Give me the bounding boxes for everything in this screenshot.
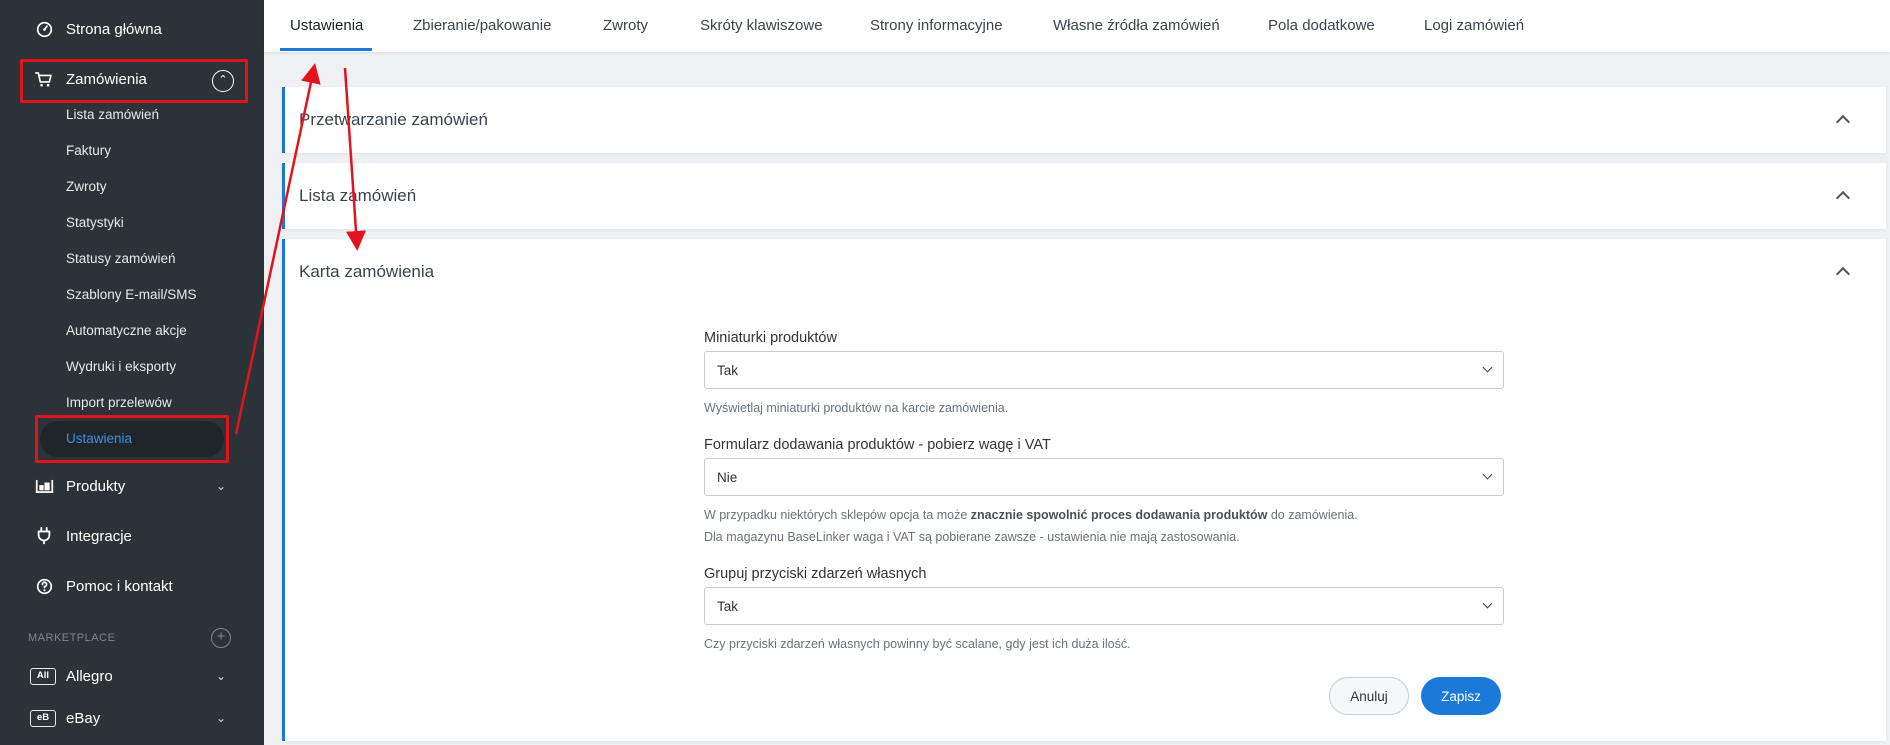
nav-allegro[interactable]: All Allegro ⌄	[0, 656, 264, 696]
sidebar-item-invoices[interactable]: Faktury	[66, 143, 111, 158]
sidebar-item-automatic-actions[interactable]: Automatyczne akcje	[66, 323, 187, 338]
thumbnails-select[interactable]: Tak	[704, 351, 1504, 389]
save-button[interactable]: Zapisz	[1421, 677, 1501, 715]
nav-integrations[interactable]: Integracje	[0, 516, 264, 556]
chevron-up-icon[interactable]	[1835, 114, 1851, 130]
tab-keyboard-shortcuts[interactable]: Skróty klawiszowe	[700, 17, 823, 34]
tab-picking-packing[interactable]: Zbieranie/pakowanie	[413, 17, 551, 34]
chevron-up-icon[interactable]	[1835, 266, 1851, 282]
panel-title: Lista zamówień	[299, 186, 417, 205]
sidebar-item-returns[interactable]: Zwroty	[66, 179, 107, 194]
nav-allegro-label: Allegro	[66, 667, 113, 685]
chevron-down-icon: ⌄	[216, 669, 227, 683]
cart-icon	[34, 69, 54, 89]
thumbnails-label: Miniaturki produktów	[704, 330, 837, 346]
sidebar-item-settings[interactable]: Ustawienia	[66, 431, 132, 446]
cancel-button[interactable]: Anuluj	[1329, 677, 1409, 715]
chevron-down-icon	[1482, 469, 1493, 480]
sidebar-item-statistics[interactable]: Statystyki	[66, 215, 124, 230]
nav-products-label: Produkty	[66, 477, 126, 495]
tab-extra-fields[interactable]: Pola dodatkowe	[1268, 17, 1375, 34]
sidebar-item-prints-exports[interactable]: Wydruki i eksporty	[66, 359, 176, 374]
group-buttons-label: Grupuj przyciski zdarzeń własnych	[704, 566, 927, 582]
active-tab-indicator	[280, 48, 372, 51]
warehouse-icon	[34, 476, 54, 496]
group-buttons-help: Czy przyciski zdarzeń własnych powinny b…	[704, 637, 1131, 651]
add-marketplace-icon[interactable]: +	[211, 628, 231, 648]
sidebar-item-transfer-import[interactable]: Import przelewów	[66, 395, 172, 410]
add-form-value: Nie	[717, 470, 738, 485]
settings-tabs: Ustawienia Zbieranie/pakowanie Zwroty Sk…	[264, 0, 1890, 52]
tab-settings[interactable]: Ustawienia	[290, 17, 363, 34]
ebay-badge: eB	[30, 710, 56, 727]
tab-info-pages[interactable]: Strony informacyjne	[870, 17, 1003, 34]
panel-title: Karta zamówienia	[299, 262, 435, 281]
nav-help-label: Pomoc i kontakt	[66, 577, 173, 595]
thumbnails-help: Wyświetlaj miniaturki produktów na karci…	[704, 401, 1009, 415]
sidebar: Strona główna Zamówienia ⌃ Lista zamówie…	[0, 0, 264, 745]
add-form-help: W przypadku niektórych sklepów opcja ta …	[704, 508, 1358, 522]
sidebar-item-email-templates[interactable]: Szablony E-mail/SMS	[66, 287, 197, 302]
tab-custom-order-sources[interactable]: Własne źródła zamówień	[1053, 17, 1220, 34]
sidebar-item-order-statuses[interactable]: Statusy zamówień	[66, 251, 176, 266]
add-form-select[interactable]: Nie	[704, 458, 1504, 496]
panel-order-processing[interactable]: Przetwarzanie zamówień	[282, 87, 1886, 153]
sidebar-item-order-list[interactable]: Lista zamówień	[66, 107, 159, 122]
marketplace-section-label: MARKETPLACE	[28, 632, 116, 644]
dashboard-icon	[34, 19, 54, 39]
nav-help[interactable]: Pomoc i kontakt	[0, 566, 264, 606]
nav-home[interactable]: Strona główna	[0, 9, 264, 49]
nav-orders-label: Zamówienia	[66, 70, 147, 88]
add-form-label: Formularz dodawania produktów - pobierz …	[704, 437, 1051, 453]
panel-title: Przetwarzanie zamówień	[299, 110, 488, 129]
nav-products[interactable]: Produkty ⌄	[0, 466, 264, 506]
chevron-down-icon: ⌄	[216, 711, 227, 725]
chevron-up-icon[interactable]	[1835, 190, 1851, 206]
group-buttons-select[interactable]: Tak	[704, 587, 1504, 625]
chevron-down-icon: ⌄	[216, 479, 227, 493]
chevron-down-icon	[1482, 598, 1493, 609]
group-buttons-value: Tak	[717, 599, 739, 614]
nav-ebay-label: eBay	[66, 709, 101, 727]
allegro-badge: All	[30, 668, 56, 685]
thumbnails-value: Tak	[717, 363, 739, 378]
chevron-up-icon[interactable]: ⌃	[212, 70, 234, 92]
nav-integrations-label: Integracje	[66, 527, 132, 545]
chevron-down-icon	[1482, 362, 1493, 373]
nav-ebay[interactable]: eB eBay ⌄	[0, 698, 264, 738]
tab-returns[interactable]: Zwroty	[603, 17, 648, 34]
tab-order-logs[interactable]: Logi zamówień	[1424, 17, 1524, 34]
add-form-help-2: Dla magazynu BaseLinker waga i VAT są po…	[704, 530, 1240, 544]
panel-order-list[interactable]: Lista zamówień	[282, 163, 1886, 229]
question-icon	[34, 576, 54, 596]
plug-icon	[34, 526, 54, 546]
nav-home-label: Strona główna	[66, 20, 162, 38]
